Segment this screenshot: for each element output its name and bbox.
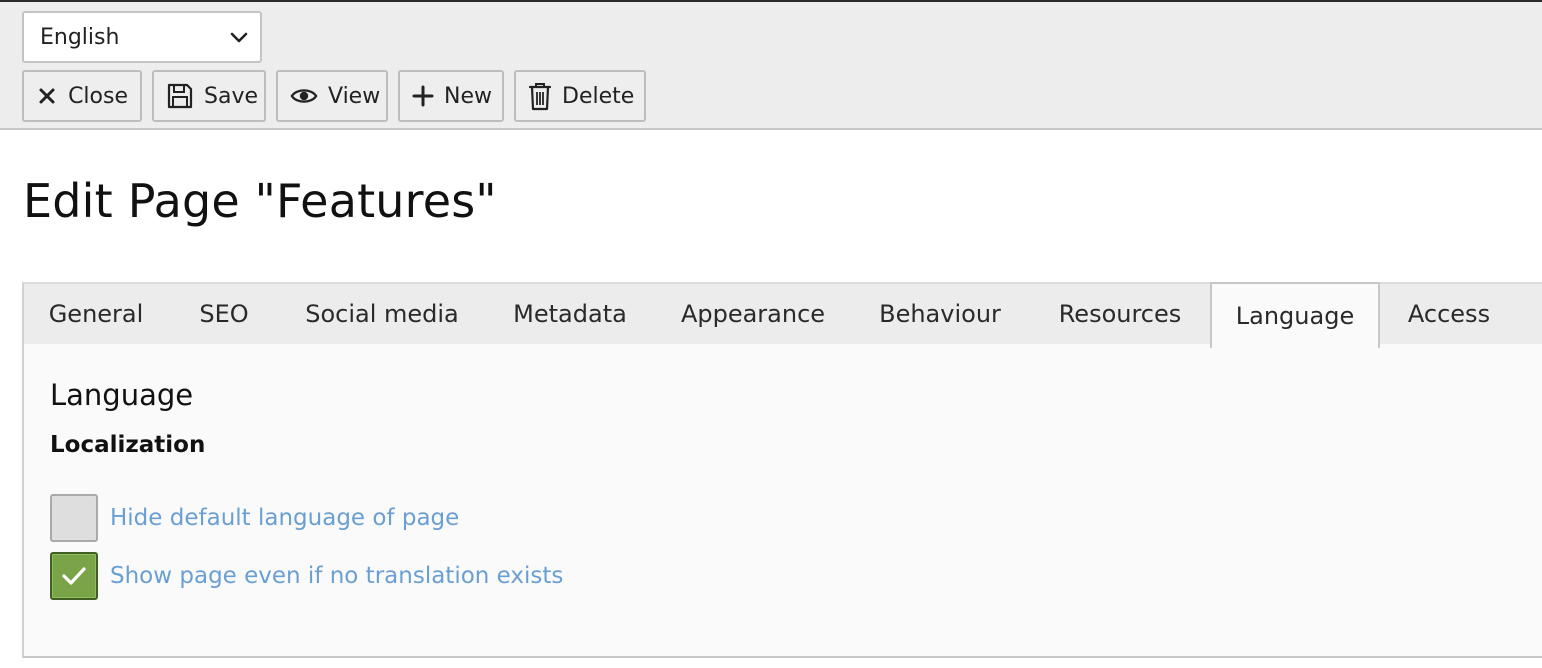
eye-icon (290, 82, 318, 110)
section-title: Language (50, 378, 194, 412)
show-without-translation-label[interactable]: Show page even if no translation exists (110, 563, 563, 589)
close-button-label: Close (68, 83, 128, 109)
new-button[interactable]: New (398, 70, 504, 122)
tab-label: Metadata (513, 300, 627, 328)
close-icon (36, 82, 58, 110)
save-icon (166, 82, 194, 110)
save-button[interactable]: Save (152, 70, 266, 122)
tab-resources[interactable]: Resources (1030, 284, 1210, 344)
tab-label: Access (1407, 300, 1491, 328)
tab-metadata[interactable]: Metadata (484, 284, 656, 344)
tab-label: Resources (1058, 300, 1182, 328)
chevron-down-icon (230, 32, 248, 43)
language-select-value: English (40, 24, 120, 50)
page-title: Edit Page "Features" (23, 174, 497, 228)
tab-label: General (48, 300, 144, 328)
delete-button[interactable]: Delete (514, 70, 646, 122)
tab-panel-language: Language Localization Hide default langu… (22, 344, 1542, 658)
hide-default-language-option[interactable]: Hide default language of page (50, 494, 459, 542)
subsection-title: Localization (50, 432, 206, 458)
new-button-label: New (444, 83, 492, 109)
tab-social-media[interactable]: Social media (280, 284, 484, 344)
show-without-translation-checkbox[interactable] (50, 552, 98, 600)
tab-behaviour[interactable]: Behaviour (850, 284, 1030, 344)
checkmark-icon (62, 567, 86, 585)
tab-label: Behaviour (879, 300, 1001, 328)
view-button-label: View (328, 83, 381, 109)
tab-appearance[interactable]: Appearance (656, 284, 850, 344)
tab-label: Language (1235, 302, 1355, 330)
hide-default-language-label[interactable]: Hide default language of page (110, 505, 459, 531)
close-button[interactable]: Close (22, 70, 142, 122)
save-button-label: Save (204, 83, 259, 109)
view-button[interactable]: View (276, 70, 388, 122)
plus-icon (412, 82, 434, 110)
tab-label: SEO (199, 300, 249, 328)
hide-default-language-checkbox[interactable] (50, 494, 98, 542)
tab-label: Social media (305, 300, 459, 328)
show-without-translation-option[interactable]: Show page even if no translation exists (50, 552, 563, 600)
tab-language[interactable]: Language (1210, 282, 1380, 348)
language-select[interactable]: English (22, 11, 262, 63)
tab-access[interactable]: Access (1380, 284, 1518, 344)
toolbar: English Close Save View New Delete (0, 0, 1542, 130)
delete-button-label: Delete (562, 83, 635, 109)
tab-label: Appearance (680, 300, 826, 328)
tab-bar: General SEO Social media Metadata Appear… (22, 282, 1542, 348)
tab-seo[interactable]: SEO (168, 284, 280, 344)
trash-icon (528, 82, 552, 111)
tab-general[interactable]: General (24, 284, 168, 344)
